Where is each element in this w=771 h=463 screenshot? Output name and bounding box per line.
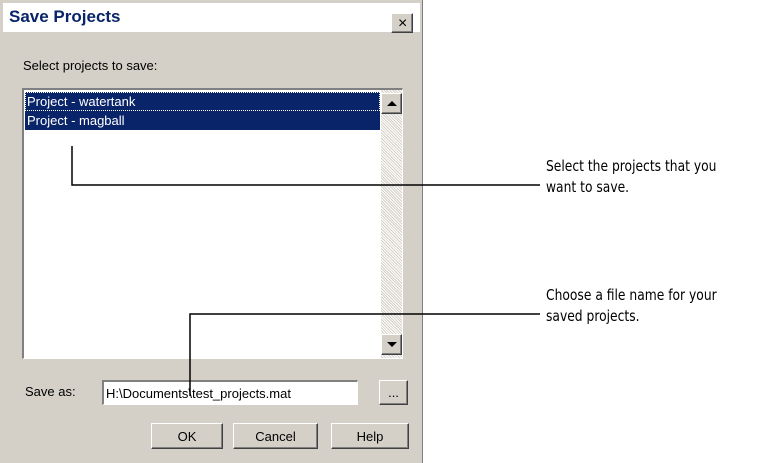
callout-lines (71, 146, 540, 396)
annotation-line: Choose a file name for your (546, 286, 717, 304)
annotation-line: saved projects. (546, 307, 640, 325)
callout-line-projects (71, 146, 540, 186)
annotation-select-projects: Select the projects that you want to sav… (546, 156, 716, 198)
callout-line-filename (189, 313, 540, 396)
annotation-file-name: Choose a file name for your saved projec… (546, 285, 717, 327)
annotation-line: want to save. (546, 178, 630, 196)
annotation-line: Select the projects that you (546, 157, 717, 175)
